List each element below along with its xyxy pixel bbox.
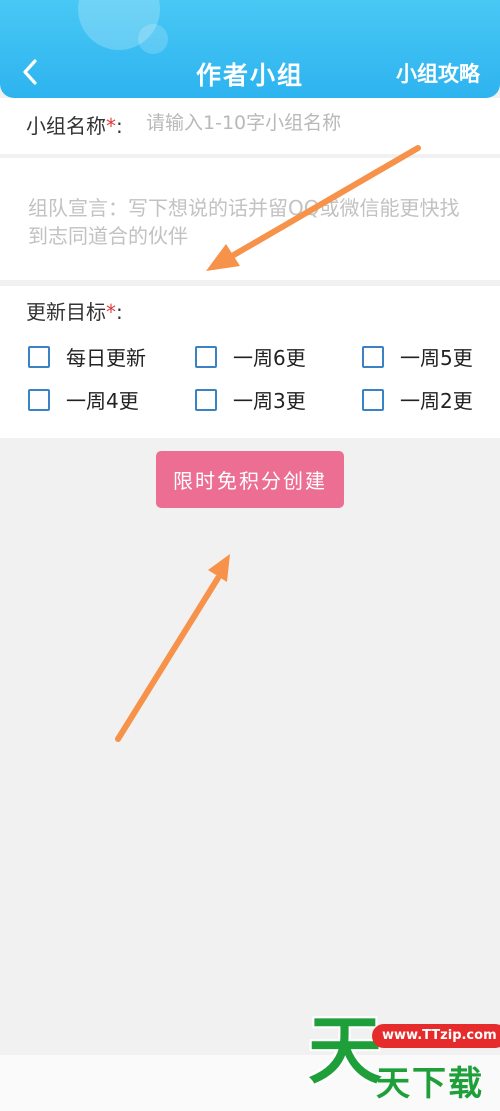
goal-option-weekly-6[interactable]: 一周6更	[195, 342, 306, 371]
goal-option-label: 一周5更	[400, 346, 473, 370]
group-name-label-colon: :	[116, 114, 123, 138]
required-mark: *	[106, 300, 116, 324]
checkbox[interactable]	[28, 345, 50, 368]
team-declaration-input[interactable]	[28, 194, 478, 274]
watermark-site-name: 天下载	[376, 1064, 484, 1104]
required-mark: *	[106, 114, 116, 138]
update-goal-label: 更新目标*:	[26, 296, 123, 325]
group-name-label-text: 小组名称	[26, 114, 106, 138]
goal-option-label: 一周6更	[233, 346, 306, 370]
checkbox[interactable]	[362, 388, 384, 411]
checkbox[interactable]	[362, 345, 384, 368]
checkbox[interactable]	[195, 388, 217, 411]
watermark-url: www.TTzip.com	[372, 1024, 500, 1048]
team-declaration-row	[0, 158, 500, 280]
goal-option-label: 每日更新	[66, 346, 146, 370]
watermark-logo-char: 天	[308, 1008, 382, 1094]
goal-option-weekly-4[interactable]: 一周4更	[28, 385, 139, 414]
checkbox[interactable]	[28, 388, 50, 411]
group-name-input[interactable]	[146, 106, 476, 140]
annotation-arrow-create-button	[115, 554, 230, 742]
group-guide-link[interactable]: 小组攻略	[396, 58, 480, 88]
goal-option-label: 一周4更	[66, 389, 139, 413]
goal-option-weekly-2[interactable]: 一周2更	[362, 385, 473, 414]
update-goal-label-text: 更新目标	[26, 300, 106, 324]
site-watermark: 天 www.TTzip.com 天下载	[300, 1012, 500, 1111]
create-group-button[interactable]: 限时免积分创建	[156, 451, 344, 508]
update-goal-label-colon: :	[116, 300, 123, 324]
goal-option-daily[interactable]: 每日更新	[28, 342, 146, 371]
checkbox[interactable]	[195, 345, 217, 368]
group-name-row: 小组名称*:	[0, 98, 500, 154]
goal-option-weekly-3[interactable]: 一周3更	[195, 385, 306, 414]
top-navigation-bar: 作者小组 小组攻略	[0, 0, 500, 98]
goal-option-weekly-5[interactable]: 一周5更	[362, 342, 473, 371]
header-decoration-bubble-small	[138, 24, 168, 54]
update-goal-section: 更新目标*: 每日更新 一周6更 一周5更 一周4更 一周3更 一周2更	[0, 286, 500, 438]
goal-option-label: 一周3更	[233, 389, 306, 413]
goal-option-label: 一周2更	[400, 389, 473, 413]
group-name-label: 小组名称*:	[26, 110, 123, 139]
